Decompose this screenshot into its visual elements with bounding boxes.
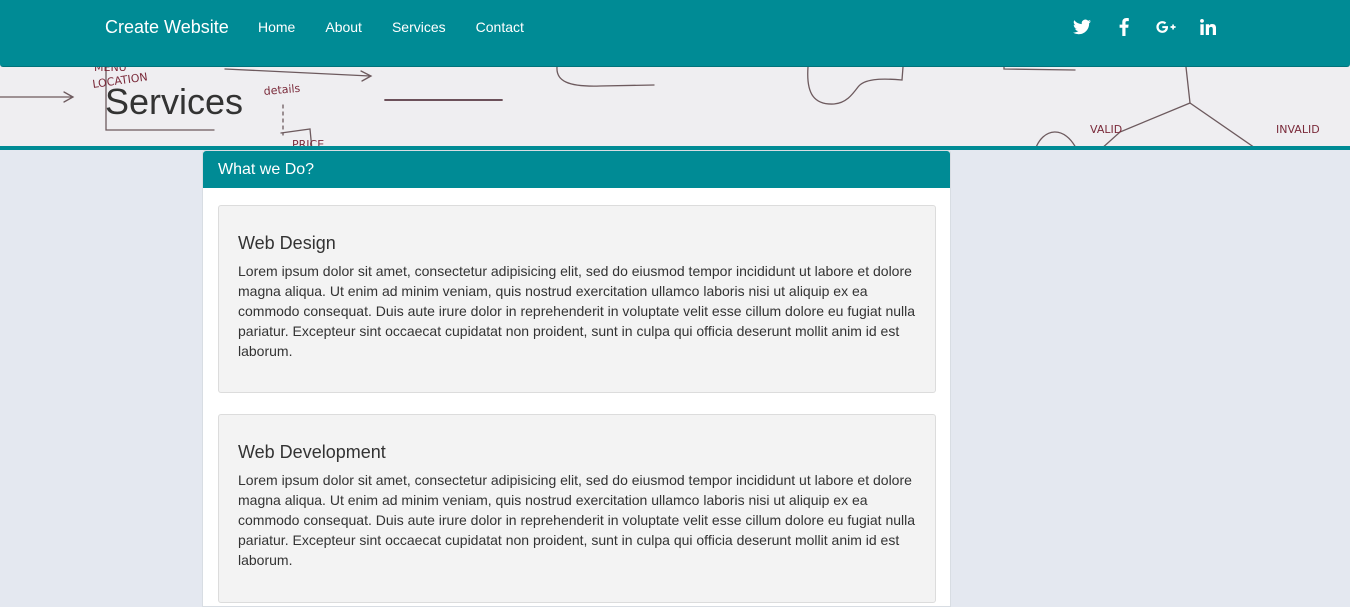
svg-text:VALID: VALID <box>1090 123 1122 136</box>
service-card-web-development: Web Development Lorem ipsum dolor sit am… <box>218 414 936 603</box>
service-description: Lorem ipsum dolor sit amet, consectetur … <box>238 472 916 568</box>
nav-about-link[interactable]: About <box>325 18 362 36</box>
brand-link[interactable]: Create Website <box>105 16 229 38</box>
page-title: Services <box>105 81 244 122</box>
service-card-web-design: Web Design Lorem ipsum dolor sit amet, c… <box>218 205 936 393</box>
google-plus-icon[interactable] <box>1156 17 1176 37</box>
svg-text:INVALID: INVALID <box>1276 123 1320 136</box>
svg-text:details: details <box>263 82 301 98</box>
service-description: Lorem ipsum dolor sit amet, consectetur … <box>238 263 916 359</box>
service-title: Web Design <box>238 233 336 253</box>
nav-contact-link[interactable]: Contact <box>476 18 524 36</box>
hero-banner: MENU LOCATION details PRICE VALID INVALI… <box>0 67 1350 150</box>
linkedin-icon[interactable] <box>1198 17 1218 37</box>
top-navbar: Create Website Home About Services Conta… <box>0 0 1350 67</box>
facebook-icon[interactable] <box>1114 17 1134 37</box>
service-title: Web Development <box>238 442 386 462</box>
svg-text:PRICE: PRICE <box>292 138 324 150</box>
nav-home-link[interactable]: Home <box>258 18 295 36</box>
nav-services-link[interactable]: Services <box>392 18 446 36</box>
social-links <box>1072 17 1240 37</box>
panel-heading: What we Do? <box>203 151 950 188</box>
services-panel: What we Do? Web Design Lorem ipsum dolor… <box>202 150 951 607</box>
twitter-icon[interactable] <box>1072 17 1092 37</box>
nav-menu: Home About Services Contact <box>258 18 554 36</box>
